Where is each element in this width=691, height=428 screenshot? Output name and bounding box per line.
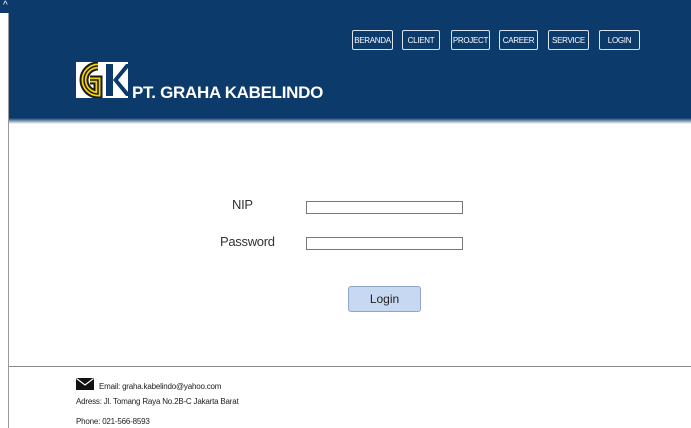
site-header xyxy=(9,0,691,120)
nav-project[interactable]: PROJECT xyxy=(451,30,490,50)
footer-divider xyxy=(9,366,691,367)
footer-address-value: Jl. Tomang Raya No.2B-C Jakarta Barat xyxy=(103,397,239,406)
nav-client[interactable]: CLIENT xyxy=(402,30,440,50)
footer-phone-value: 021-566-8593 xyxy=(102,417,150,426)
footer-email: Email: graha.kabelindo@yahoo.com xyxy=(99,382,221,391)
header-fade xyxy=(9,118,691,124)
footer-address: Adress: Jl. Tomang Raya No.2B-C Jakarta … xyxy=(76,397,239,406)
footer-phone-label: Phone: xyxy=(76,417,101,426)
footer-email-label: Email: xyxy=(99,382,121,391)
collapse-toggle-button[interactable]: ^ xyxy=(0,0,22,13)
nip-label: NIP xyxy=(232,197,253,212)
page: ^ BERANDA CLIENT PROJECT CAREER SERVICE … xyxy=(0,0,691,428)
footer-address-label: Adress: xyxy=(76,397,102,406)
footer-phone: Phone: 021-566-8593 xyxy=(76,417,150,426)
nav-login[interactable]: LOGIN xyxy=(599,30,640,50)
nav-service[interactable]: SERVICE xyxy=(548,30,589,50)
nip-input[interactable] xyxy=(306,201,463,214)
password-input[interactable] xyxy=(306,237,463,250)
login-button[interactable]: Login xyxy=(348,286,421,312)
mail-icon xyxy=(76,378,94,390)
company-logo-icon xyxy=(76,62,128,98)
company-name: PT. GRAHA KABELINDO xyxy=(132,83,324,102)
password-label: Password xyxy=(220,234,275,249)
nav-beranda[interactable]: BERANDA xyxy=(352,30,393,50)
footer-email-value: graha.kabelindo@yahoo.com xyxy=(122,382,222,391)
nav-career[interactable]: CAREER xyxy=(499,30,538,50)
